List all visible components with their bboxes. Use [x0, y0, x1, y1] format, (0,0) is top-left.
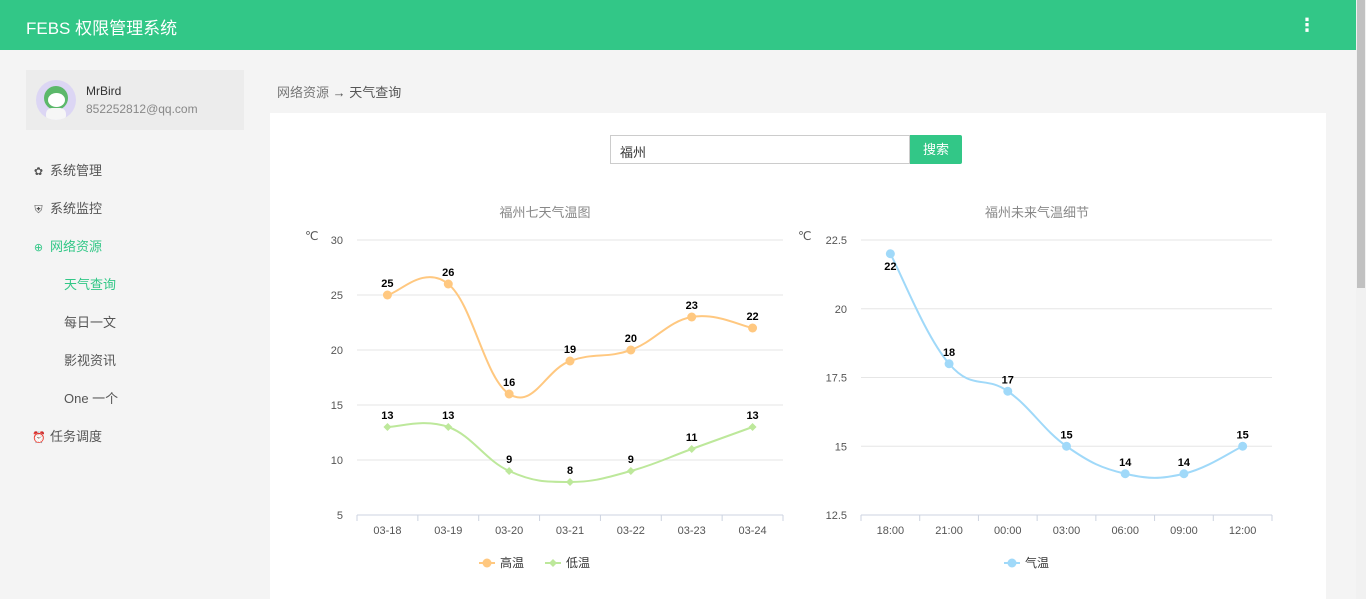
data-point	[687, 445, 696, 453]
x-tick-label: 03-18	[373, 525, 401, 537]
y-tick-label: 22.5	[826, 235, 847, 247]
data-label: 13	[442, 410, 454, 422]
y-tick-label: 25	[331, 290, 343, 302]
data-label: 17	[1002, 374, 1014, 386]
y-tick-label: 20	[331, 345, 343, 357]
data-point	[1062, 441, 1071, 451]
y-tick-label: 15	[835, 441, 847, 453]
data-label: 13	[381, 410, 393, 422]
x-tick-label: 06:00	[1111, 525, 1139, 537]
legend-marker	[1007, 558, 1017, 568]
x-tick-label: 03-22	[617, 525, 645, 537]
data-label: 11	[686, 432, 698, 444]
y-axis-unit: ℃	[798, 229, 811, 243]
charts: 福州七天气温图 ℃ 5 10 15 20 25 30 03-18 03-19 03-20 03-21 0…	[305, 205, 1273, 570]
data-label: 18	[943, 347, 955, 359]
data-label: 8	[567, 465, 573, 477]
y-tick-label: 30	[331, 235, 343, 247]
data-label: 14	[1119, 457, 1132, 469]
data-label: 26	[442, 267, 454, 279]
data-point	[504, 389, 514, 399]
y-tick-label: 10	[331, 455, 343, 467]
x-tick-label: 03-19	[434, 525, 462, 537]
data-label: 15	[1237, 429, 1249, 441]
data-point	[566, 478, 574, 486]
x-tick-label: 12:00	[1229, 525, 1257, 537]
y-axis-unit: ℃	[305, 229, 318, 243]
legend-marker	[549, 559, 557, 567]
y-tick-label: 17.5	[826, 373, 847, 385]
data-label: 9	[628, 454, 634, 466]
data-point	[748, 423, 757, 431]
data-point	[626, 345, 636, 355]
x-tick-label: 00:00	[994, 525, 1022, 537]
data-point	[1003, 386, 1013, 396]
x-tick-label: 21:00	[935, 525, 963, 537]
data-label: 20	[625, 333, 637, 345]
data-label: 19	[564, 344, 576, 356]
x-tick-label: 03-20	[495, 525, 523, 537]
data-label: 25	[381, 278, 393, 290]
data-label: 14	[1178, 457, 1191, 469]
data-point	[626, 467, 635, 475]
data-label: 22	[746, 311, 758, 323]
x-tick-label: 03-21	[556, 525, 584, 537]
y-tick-label: 15	[331, 400, 343, 412]
data-point	[505, 467, 514, 475]
data-point	[1179, 469, 1189, 479]
x-tick-label: 03:00	[1053, 525, 1081, 537]
x-tick-label: 09:00	[1170, 525, 1198, 537]
x-tick-label: 03-23	[678, 525, 706, 537]
x-tick-label: 18:00	[877, 525, 905, 537]
y-tick-label: 5	[337, 510, 343, 522]
x-tick-label: 03-24	[739, 525, 767, 537]
data-point	[382, 290, 392, 300]
data-label: 9	[506, 454, 512, 466]
data-point	[1120, 469, 1130, 479]
legend-marker	[482, 558, 492, 568]
chart-title: 福州七天气温图	[499, 205, 590, 220]
data-label: 22	[884, 261, 896, 273]
data-point	[687, 312, 697, 322]
data-label: 16	[503, 377, 515, 389]
data-point	[565, 356, 575, 366]
data-point	[944, 359, 954, 369]
data-point	[383, 423, 392, 431]
data-label: 13	[746, 410, 758, 422]
data-label: 23	[686, 300, 698, 312]
legend-label: 低温	[566, 556, 590, 570]
legend-label: 高温	[500, 555, 524, 570]
data-point	[443, 279, 453, 289]
y-tick-label: 20	[835, 304, 847, 316]
y-tick-label: 12.5	[826, 510, 847, 522]
data-point	[748, 323, 758, 333]
scrollbar-thumb[interactable]	[1357, 0, 1365, 288]
data-point	[1238, 441, 1248, 451]
data-point	[444, 423, 453, 431]
data-point	[885, 249, 895, 259]
data-label: 15	[1060, 429, 1072, 441]
chart-title: 福州未来气温细节	[985, 205, 1089, 220]
scrollbar[interactable]	[1356, 0, 1366, 599]
legend-label: 气温	[1025, 555, 1049, 570]
